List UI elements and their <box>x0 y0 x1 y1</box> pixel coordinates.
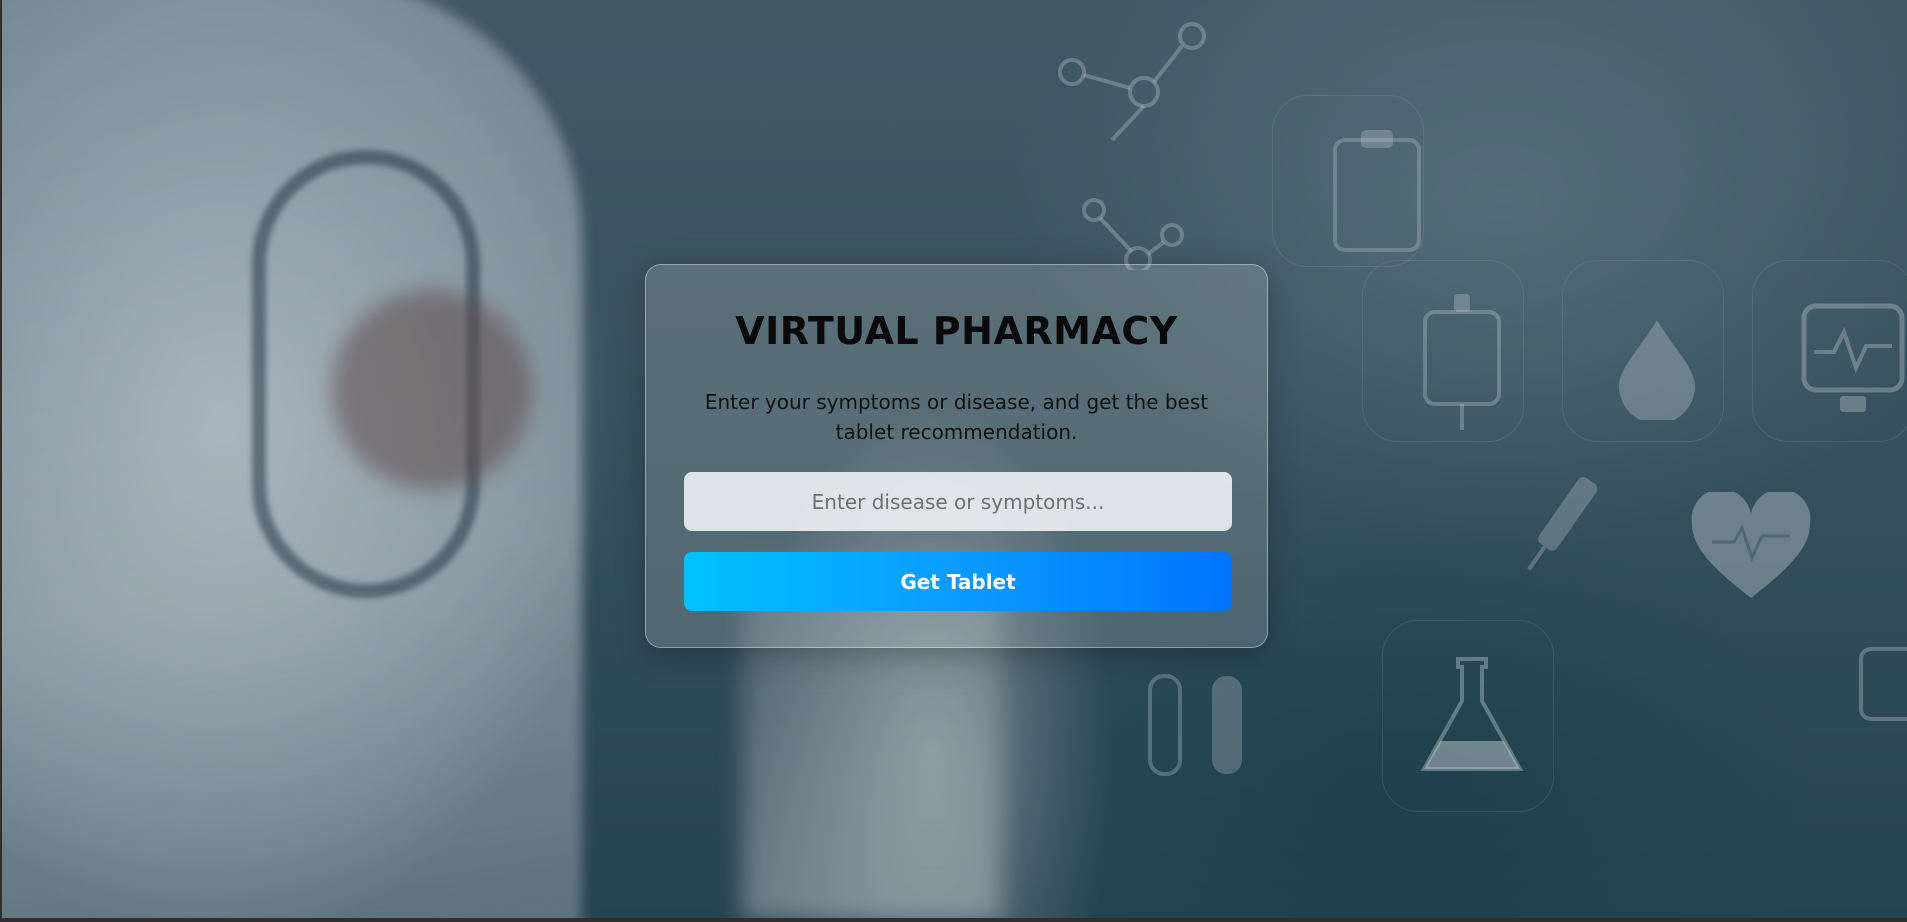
browser-viewport: VIRTUAL PHARMACY Enter your symptoms or … <box>0 0 1907 922</box>
recommendation-card: VIRTUAL PHARMACY Enter your symptoms or … <box>645 264 1268 648</box>
get-tablet-button[interactable]: Get Tablet <box>684 552 1232 611</box>
page-title: VIRTUAL PHARMACY <box>735 309 1178 353</box>
symptoms-input[interactable] <box>684 472 1232 531</box>
page-subtitle: Enter your symptoms or disease, and get … <box>704 390 1209 444</box>
